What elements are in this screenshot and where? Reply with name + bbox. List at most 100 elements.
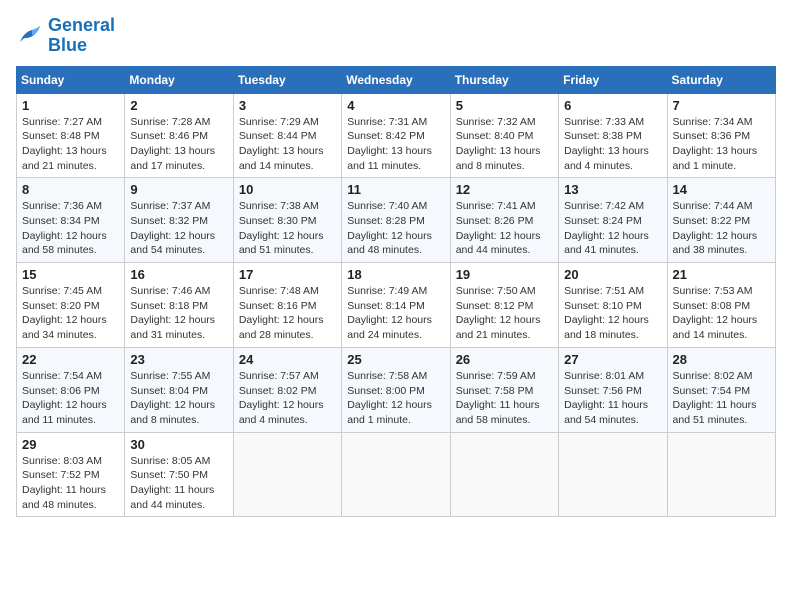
day-info: Sunrise: 8:02 AMSunset: 7:54 PMDaylight:… [673,369,770,428]
calendar-cell: 21 Sunrise: 7:53 AMSunset: 8:08 PMDayligh… [667,263,775,348]
day-number: 9 [130,182,227,197]
day-info: Sunrise: 8:05 AMSunset: 7:50 PMDaylight:… [130,454,227,513]
day-info: Sunrise: 7:38 AMSunset: 8:30 PMDaylight:… [239,199,336,258]
calendar-cell: 29 Sunrise: 8:03 AMSunset: 7:52 PMDayligh… [17,432,125,517]
day-number: 7 [673,98,770,113]
day-info: Sunrise: 7:33 AMSunset: 8:38 PMDaylight:… [564,115,661,174]
calendar-cell: 13 Sunrise: 7:42 AMSunset: 8:24 PMDayligh… [559,178,667,263]
calendar-cell: 3 Sunrise: 7:29 AMSunset: 8:44 PMDaylight… [233,93,341,178]
day-number: 24 [239,352,336,367]
day-info: Sunrise: 7:55 AMSunset: 8:04 PMDaylight:… [130,369,227,428]
calendar-cell [233,432,341,517]
day-number: 5 [456,98,553,113]
day-number: 15 [22,267,119,282]
calendar-cell: 11 Sunrise: 7:40 AMSunset: 8:28 PMDayligh… [342,178,450,263]
day-info: Sunrise: 7:44 AMSunset: 8:22 PMDaylight:… [673,199,770,258]
day-info: Sunrise: 7:46 AMSunset: 8:18 PMDaylight:… [130,284,227,343]
calendar-cell: 12 Sunrise: 7:41 AMSunset: 8:26 PMDayligh… [450,178,558,263]
day-header-monday: Monday [125,66,233,93]
calendar-cell: 26 Sunrise: 7:59 AMSunset: 7:58 PMDayligh… [450,347,558,432]
calendar-cell: 5 Sunrise: 7:32 AMSunset: 8:40 PMDaylight… [450,93,558,178]
calendar-cell: 10 Sunrise: 7:38 AMSunset: 8:30 PMDayligh… [233,178,341,263]
day-number: 12 [456,182,553,197]
calendar-cell [342,432,450,517]
calendar-cell: 9 Sunrise: 7:37 AMSunset: 8:32 PMDaylight… [125,178,233,263]
day-number: 28 [673,352,770,367]
day-number: 22 [22,352,119,367]
calendar-cell: 25 Sunrise: 7:58 AMSunset: 8:00 PMDayligh… [342,347,450,432]
day-number: 18 [347,267,444,282]
day-header-wednesday: Wednesday [342,66,450,93]
day-info: Sunrise: 7:34 AMSunset: 8:36 PMDaylight:… [673,115,770,174]
day-number: 16 [130,267,227,282]
calendar-cell: 23 Sunrise: 7:55 AMSunset: 8:04 PMDayligh… [125,347,233,432]
day-number: 10 [239,182,336,197]
day-number: 8 [22,182,119,197]
day-info: Sunrise: 7:53 AMSunset: 8:08 PMDaylight:… [673,284,770,343]
calendar-cell: 30 Sunrise: 8:05 AMSunset: 7:50 PMDayligh… [125,432,233,517]
day-info: Sunrise: 7:59 AMSunset: 7:58 PMDaylight:… [456,369,553,428]
calendar-cell: 15 Sunrise: 7:45 AMSunset: 8:20 PMDayligh… [17,263,125,348]
day-info: Sunrise: 7:32 AMSunset: 8:40 PMDaylight:… [456,115,553,174]
day-number: 30 [130,437,227,452]
day-info: Sunrise: 7:45 AMSunset: 8:20 PMDaylight:… [22,284,119,343]
day-header-saturday: Saturday [667,66,775,93]
calendar-cell: 8 Sunrise: 7:36 AMSunset: 8:34 PMDaylight… [17,178,125,263]
day-info: Sunrise: 8:03 AMSunset: 7:52 PMDaylight:… [22,454,119,513]
calendar-cell [559,432,667,517]
calendar-cell [450,432,558,517]
day-number: 20 [564,267,661,282]
calendar-cell: 1 Sunrise: 7:27 AMSunset: 8:48 PMDaylight… [17,93,125,178]
day-number: 27 [564,352,661,367]
day-number: 25 [347,352,444,367]
day-info: Sunrise: 8:01 AMSunset: 7:56 PMDaylight:… [564,369,661,428]
day-header-tuesday: Tuesday [233,66,341,93]
day-info: Sunrise: 7:58 AMSunset: 8:00 PMDaylight:… [347,369,444,428]
day-number: 14 [673,182,770,197]
day-number: 26 [456,352,553,367]
day-info: Sunrise: 7:51 AMSunset: 8:10 PMDaylight:… [564,284,661,343]
day-number: 1 [22,98,119,113]
day-info: Sunrise: 7:36 AMSunset: 8:34 PMDaylight:… [22,199,119,258]
day-header-friday: Friday [559,66,667,93]
day-number: 19 [456,267,553,282]
day-info: Sunrise: 7:50 AMSunset: 8:12 PMDaylight:… [456,284,553,343]
calendar-cell: 22 Sunrise: 7:54 AMSunset: 8:06 PMDayligh… [17,347,125,432]
calendar-cell: 17 Sunrise: 7:48 AMSunset: 8:16 PMDayligh… [233,263,341,348]
day-number: 2 [130,98,227,113]
day-info: Sunrise: 7:41 AMSunset: 8:26 PMDaylight:… [456,199,553,258]
day-number: 21 [673,267,770,282]
calendar-cell [667,432,775,517]
logo-text: General Blue [48,16,115,56]
day-number: 29 [22,437,119,452]
day-number: 11 [347,182,444,197]
day-info: Sunrise: 7:42 AMSunset: 8:24 PMDaylight:… [564,199,661,258]
calendar-cell: 14 Sunrise: 7:44 AMSunset: 8:22 PMDayligh… [667,178,775,263]
calendar-cell: 24 Sunrise: 7:57 AMSunset: 8:02 PMDayligh… [233,347,341,432]
calendar-cell: 20 Sunrise: 7:51 AMSunset: 8:10 PMDayligh… [559,263,667,348]
day-header-thursday: Thursday [450,66,558,93]
day-info: Sunrise: 7:27 AMSunset: 8:48 PMDaylight:… [22,115,119,174]
day-number: 4 [347,98,444,113]
day-number: 3 [239,98,336,113]
calendar-cell: 7 Sunrise: 7:34 AMSunset: 8:36 PMDaylight… [667,93,775,178]
day-info: Sunrise: 7:48 AMSunset: 8:16 PMDaylight:… [239,284,336,343]
calendar-cell: 19 Sunrise: 7:50 AMSunset: 8:12 PMDayligh… [450,263,558,348]
day-number: 17 [239,267,336,282]
calendar-cell: 27 Sunrise: 8:01 AMSunset: 7:56 PMDayligh… [559,347,667,432]
logo-icon [16,24,44,48]
calendar-cell: 18Sunrise: 7:49 AMSunset: 8:14 PMDayligh… [342,263,450,348]
day-number: 13 [564,182,661,197]
calendar-cell: 2Sunrise: 7:28 AMSunset: 8:46 PMDaylight… [125,93,233,178]
day-info: Sunrise: 7:29 AMSunset: 8:44 PMDaylight:… [239,115,336,174]
day-info: Sunrise: 7:37 AMSunset: 8:32 PMDaylight:… [130,199,227,258]
calendar-cell: 4Sunrise: 7:31 AMSunset: 8:42 PMDaylight… [342,93,450,178]
calendar-cell: 16 Sunrise: 7:46 AMSunset: 8:18 PMDayligh… [125,263,233,348]
day-number: 6 [564,98,661,113]
logo: General Blue [16,16,115,56]
calendar-table: SundayMondayTuesdayWednesdayThursdayFrid… [16,66,776,518]
day-number: 23 [130,352,227,367]
day-info: Sunrise: 7:40 AMSunset: 8:28 PMDaylight:… [347,199,444,258]
day-info: Sunrise: 7:54 AMSunset: 8:06 PMDaylight:… [22,369,119,428]
day-info: Sunrise: 7:57 AMSunset: 8:02 PMDaylight:… [239,369,336,428]
